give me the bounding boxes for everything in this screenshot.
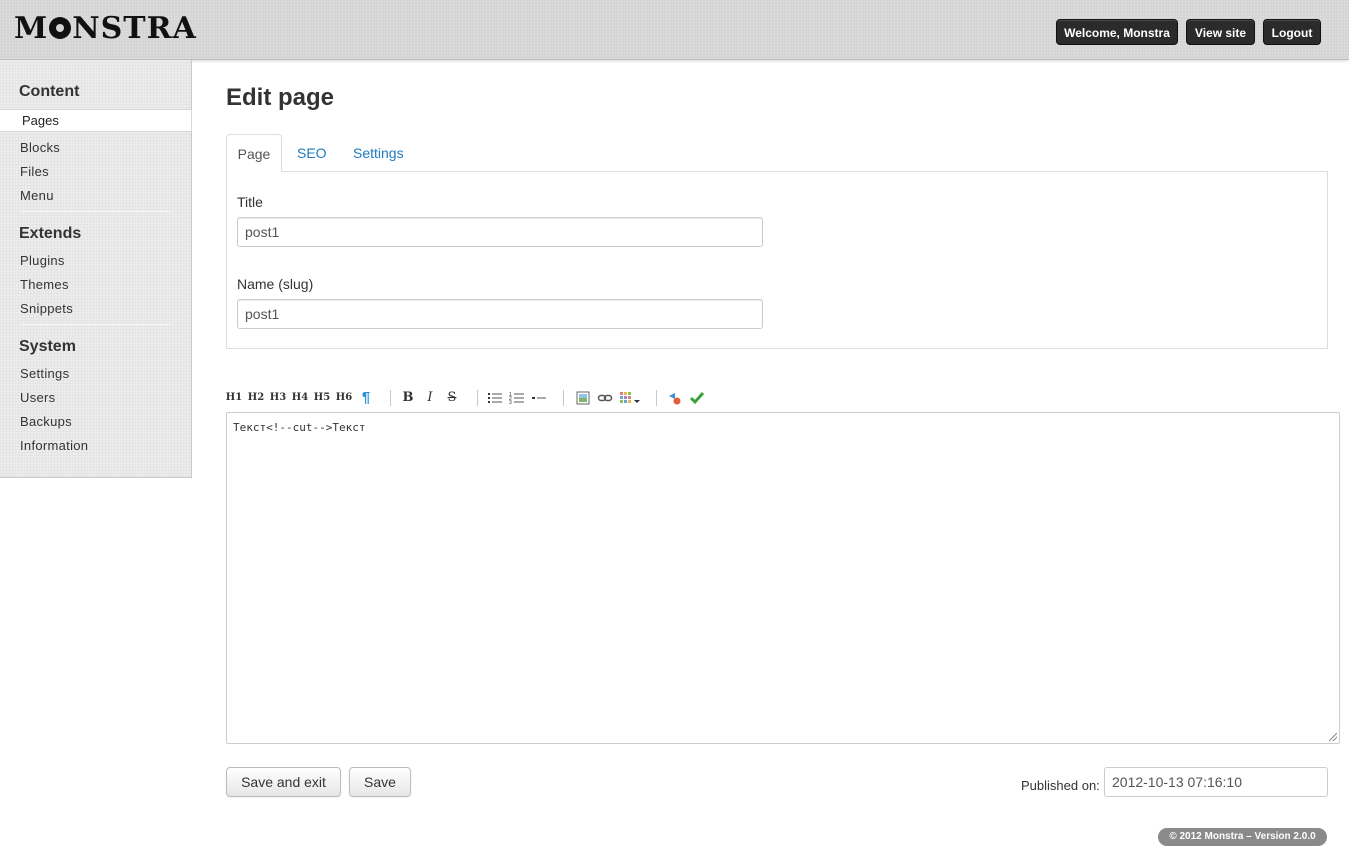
strikethrough-button[interactable]: S <box>445 390 459 406</box>
title-input[interactable]: post1 <box>237 217 763 247</box>
check-icon[interactable] <box>689 390 705 406</box>
sidebar-item-plugins[interactable]: Plugins <box>20 253 65 268</box>
link-icon[interactable] <box>597 390 613 406</box>
sidebar-heading-content: Content <box>19 83 80 100</box>
toolbar-separator <box>563 390 564 406</box>
sidebar-heading-system: System <box>19 338 76 355</box>
sidebar-item-pages[interactable]: Pages <box>0 109 192 132</box>
sidebar-item-files[interactable]: Files <box>20 164 49 179</box>
sidebar-item-snippets[interactable]: Snippets <box>20 301 73 316</box>
h3-button[interactable]: H3 <box>269 390 287 406</box>
table-icon[interactable] <box>619 390 643 406</box>
h2-button[interactable]: H2 <box>247 390 265 406</box>
content-editor[interactable]: Текст<!--cut-->Текст <box>226 412 1340 744</box>
sidebar-item-settings[interactable]: Settings <box>20 366 69 381</box>
save-and-exit-button[interactable]: Save and exit <box>226 767 341 797</box>
sidebar-divider <box>20 211 171 212</box>
cut-icon[interactable] <box>667 390 683 406</box>
sidebar-divider <box>20 324 171 325</box>
resize-handle-icon[interactable] <box>1329 733 1337 741</box>
sidebar-item-menu[interactable]: Menu <box>20 188 54 203</box>
tab-seo[interactable]: SEO <box>297 134 327 172</box>
slug-input[interactable]: post1 <box>237 299 763 329</box>
save-button[interactable]: Save <box>349 767 411 797</box>
toolbar-separator <box>656 390 657 406</box>
toolbar-separator <box>477 390 478 406</box>
h4-button[interactable]: H4 <box>291 390 309 406</box>
unordered-list-icon[interactable] <box>487 390 503 406</box>
h1-button[interactable]: H1 <box>225 390 243 406</box>
italic-button[interactable]: I <box>423 390 437 406</box>
welcome-button[interactable]: Welcome, Monstra <box>1056 19 1178 45</box>
view-site-button[interactable]: View site <box>1186 19 1255 45</box>
bold-button[interactable]: B <box>401 390 415 406</box>
toolbar-separator <box>390 390 391 406</box>
sidebar-item-blocks[interactable]: Blocks <box>20 140 60 155</box>
sidebar-heading-extends: Extends <box>19 225 82 242</box>
published-on-input[interactable]: 2012-10-13 07:16:10 <box>1104 767 1328 797</box>
sidebar-item-users[interactable]: Users <box>20 390 55 405</box>
sidebar-item-backups[interactable]: Backups <box>20 414 72 429</box>
logout-button[interactable]: Logout <box>1263 19 1321 45</box>
monstra-logo[interactable]: M NSTRA <box>14 13 197 45</box>
editor-text: Текст<!--cut-->Текст <box>233 421 366 434</box>
image-icon[interactable] <box>575 390 591 406</box>
sidebar: Content Pages Blocks Files Menu Extends … <box>0 60 192 478</box>
svg-text:3: 3 <box>509 400 512 406</box>
sidebar-item-themes[interactable]: Themes <box>20 277 69 292</box>
ordered-list-icon[interactable]: 123 <box>509 390 525 406</box>
sidebar-item-information[interactable]: Information <box>20 438 88 453</box>
footer-version: © 2012 Monstra – Version 2.0.0 <box>1158 828 1327 846</box>
tab-page[interactable]: Page <box>226 134 282 172</box>
paragraph-button[interactable]: ¶ <box>359 390 373 406</box>
h6-button[interactable]: H6 <box>335 390 353 406</box>
horizontal-rule-icon[interactable] <box>531 390 547 406</box>
slug-label: Name (slug) <box>237 276 314 292</box>
page-title: Edit page <box>226 84 335 111</box>
tab-settings[interactable]: Settings <box>353 134 404 172</box>
published-on-label: Published on: <box>1021 778 1100 793</box>
logo-o-icon <box>49 17 72 39</box>
h5-button[interactable]: H5 <box>313 390 331 406</box>
title-label: Title <box>237 194 263 210</box>
top-header: M NSTRA Welcome, Monstra View site Logout <box>0 0 1349 60</box>
